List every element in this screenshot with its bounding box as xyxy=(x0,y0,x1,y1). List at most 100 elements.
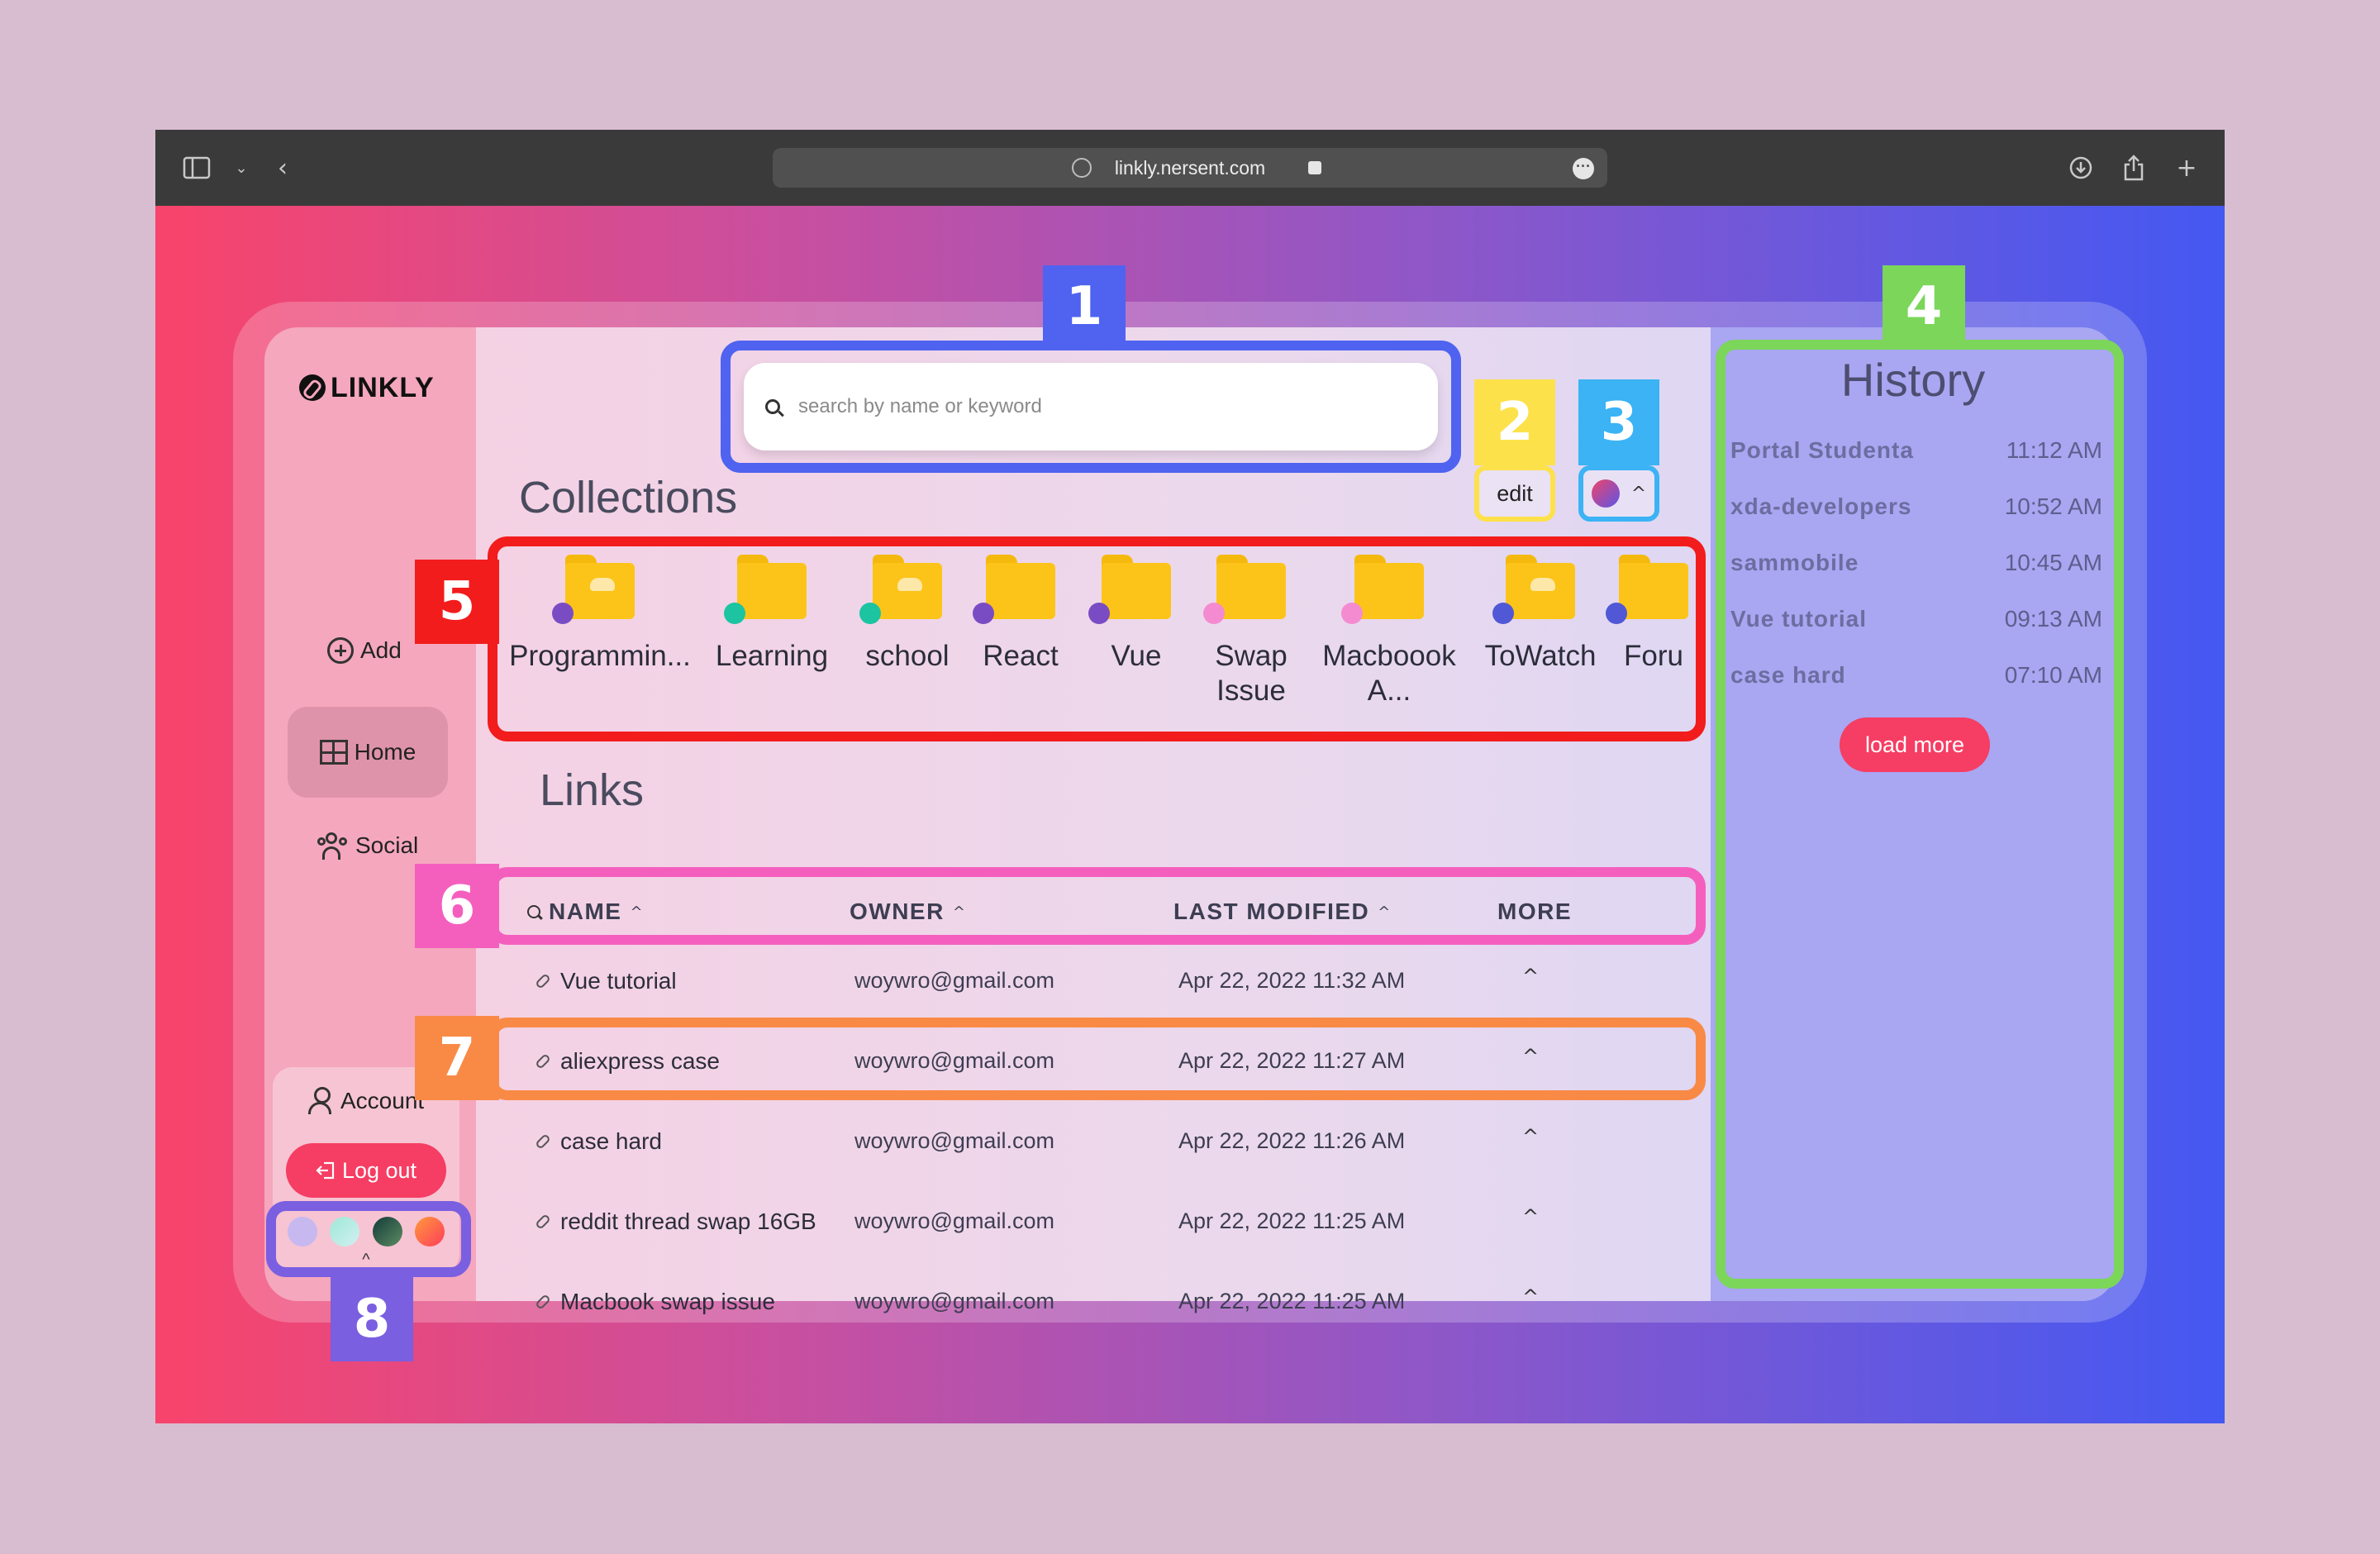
chevron-up-icon[interactable]: ^ xyxy=(1522,1285,1539,1309)
table-row[interactable]: case hard woywro@gmail.com Apr 22, 2022 … xyxy=(535,1120,1692,1170)
column-header-owner[interactable]: OWNER ^ xyxy=(850,899,966,925)
theme-option-forest[interactable] xyxy=(372,1217,402,1247)
sort-icon: ^ xyxy=(952,903,967,921)
link-icon xyxy=(535,1213,551,1230)
folder-icon xyxy=(724,555,807,624)
collection-label: Foru xyxy=(1624,640,1683,672)
chevron-up-icon[interactable]: ^ xyxy=(355,1251,377,1269)
browser-window: ⌄ ‹ linkly.nersent.com ··· + LINKLY Add xyxy=(155,130,2225,1423)
history-item-name: case hard xyxy=(1730,662,1846,688)
link-name[interactable]: Macbook swap issue xyxy=(560,1289,775,1315)
table-row[interactable]: reddit thread swap 16GB woywro@gmail.com… xyxy=(535,1200,1692,1250)
sidebar-toggle-icon[interactable] xyxy=(180,151,213,184)
more-icon[interactable]: ··· xyxy=(1573,158,1594,179)
history-item-time: 09:13 AM xyxy=(2004,606,2102,632)
theme-option-mint[interactable] xyxy=(330,1217,360,1247)
plus-icon[interactable]: + xyxy=(2170,151,2203,184)
page-viewport: LINKLY Add Home Social Account Log out ^… xyxy=(155,206,2225,1423)
collection-item[interactable]: Swap Issue xyxy=(1191,551,1311,741)
chevron-up-icon[interactable]: ^ xyxy=(1522,965,1539,988)
history-item-time: 10:52 AM xyxy=(2004,493,2102,519)
url-text: linkly.nersent.com xyxy=(1114,157,1266,179)
column-header-label: LAST MODIFIED xyxy=(1173,899,1370,924)
link-name[interactable]: Vue tutorial xyxy=(560,968,677,994)
collection-item[interactable]: school xyxy=(855,551,959,741)
theme-option-sunset[interactable] xyxy=(415,1217,445,1247)
chevron-up-icon[interactable]: ^ xyxy=(1522,1045,1539,1068)
annotation-tag-5: 5 xyxy=(415,560,499,644)
history-item[interactable]: xda-developers 10:52 AM xyxy=(1730,493,2102,527)
history-item[interactable]: sammobile 10:45 AM xyxy=(1730,550,2102,583)
logout-button[interactable]: Log out xyxy=(286,1143,446,1198)
column-header-label: OWNER xyxy=(850,899,945,924)
account-label: Account xyxy=(340,1088,425,1113)
logout-icon xyxy=(316,1161,335,1180)
column-header-name[interactable]: NAME ^ xyxy=(527,899,644,925)
sidebar-item-label: Social xyxy=(355,832,419,858)
link-modified: Apr 22, 2022 11:25 AM xyxy=(1178,1208,1406,1233)
people-icon xyxy=(317,832,349,860)
collection-item[interactable]: Macboook A... xyxy=(1311,551,1467,741)
folder-icon xyxy=(1492,555,1575,624)
column-header-label: MORE xyxy=(1497,899,1572,924)
link-modified: Apr 22, 2022 11:27 AM xyxy=(1178,1048,1406,1073)
chevron-down-icon[interactable]: ⌄ xyxy=(225,151,258,184)
collection-item[interactable]: Programmin... xyxy=(512,551,691,741)
chevron-left-icon[interactable]: ‹ xyxy=(266,151,299,184)
sort-icon: ^ xyxy=(1378,903,1392,921)
account-link[interactable]: Account xyxy=(307,1087,424,1115)
collection-item[interactable]: Learning xyxy=(688,551,855,741)
search-icon xyxy=(765,399,780,414)
history-item[interactable]: Vue tutorial 09:13 AM xyxy=(1730,606,2102,639)
table-row[interactable]: Macbook swap issue woywro@gmail.com Apr … xyxy=(535,1280,1692,1330)
link-owner: woywro@gmail.com xyxy=(854,968,1054,993)
link-name[interactable]: aliexpress case xyxy=(560,1048,720,1075)
address-bar[interactable]: linkly.nersent.com ··· xyxy=(773,148,1607,188)
collection-item[interactable]: React xyxy=(959,551,1082,741)
sidebar-item-add[interactable]: Add xyxy=(327,637,402,664)
annotation-tag-1: 1 xyxy=(1043,265,1126,348)
history-item[interactable]: case hard 07:10 AM xyxy=(1730,662,2102,695)
sidebar-item-home[interactable]: Home xyxy=(288,707,448,798)
edit-button[interactable]: edit xyxy=(1478,469,1552,518)
search-input[interactable] xyxy=(798,395,1377,418)
column-header-label: NAME xyxy=(549,899,622,924)
annotation-tag-7: 7 xyxy=(415,1016,499,1100)
share-icon[interactable] xyxy=(2117,151,2150,184)
links-title: Links xyxy=(540,765,645,815)
history-panel xyxy=(1711,327,2116,1301)
history-item[interactable]: Portal Studenta 11:12 AM xyxy=(1730,437,2102,470)
folder-icon xyxy=(859,555,942,624)
link-name[interactable]: case hard xyxy=(560,1128,662,1155)
search-icon[interactable] xyxy=(527,905,540,918)
user-icon xyxy=(307,1087,332,1115)
chevron-up-icon[interactable]: ^ xyxy=(1522,1125,1539,1148)
collection-label: Programmin... xyxy=(512,640,691,672)
sidebar-item-label: Home xyxy=(354,739,416,765)
table-row[interactable]: aliexpress case woywro@gmail.com Apr 22,… xyxy=(535,1040,1692,1089)
sidebar-item-social[interactable]: Social xyxy=(317,832,419,860)
chevron-up-icon[interactable]: ^ xyxy=(1522,1205,1539,1228)
link-name[interactable]: reddit thread swap 16GB xyxy=(560,1208,816,1235)
table-row[interactable]: Vue tutorial woywro@gmail.com Apr 22, 20… xyxy=(535,960,1692,1009)
history-item-name: Vue tutorial xyxy=(1730,606,1867,632)
link-modified: Apr 22, 2022 11:26 AM xyxy=(1178,1128,1406,1153)
theme-option-lavender[interactable] xyxy=(287,1217,317,1247)
link-owner: woywro@gmail.com xyxy=(854,1128,1054,1153)
collection-item[interactable]: Foru xyxy=(1606,551,1693,741)
link-icon xyxy=(535,1053,551,1070)
search-bar[interactable] xyxy=(744,363,1438,450)
download-icon[interactable] xyxy=(2064,151,2097,184)
link-modified: Apr 22, 2022 11:32 AM xyxy=(1178,968,1406,993)
folder-icon xyxy=(1203,555,1286,624)
collection-item[interactable]: Vue xyxy=(1082,551,1191,741)
app-logo[interactable]: LINKLY xyxy=(299,371,435,404)
history-item-time: 10:45 AM xyxy=(2004,550,2102,575)
collection-item[interactable]: ToWatch xyxy=(1467,551,1614,741)
column-header-modified[interactable]: LAST MODIFIED ^ xyxy=(1173,899,1392,925)
theme-toggle[interactable]: ^ xyxy=(1582,469,1656,518)
folder-icon xyxy=(1606,555,1688,624)
annotation-tag-8: 8 xyxy=(331,1277,413,1361)
collection-label: Swap Issue xyxy=(1215,640,1288,707)
load-more-button[interactable]: load more xyxy=(1840,717,1990,772)
